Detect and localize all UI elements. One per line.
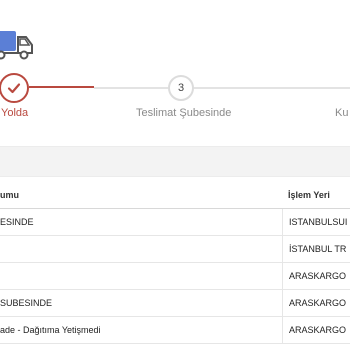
step-circle-yolda bbox=[0, 73, 29, 103]
step-label-teslimat-subesinde: Teslimat Şubesinde bbox=[136, 107, 232, 119]
check-icon bbox=[7, 83, 21, 94]
shipment-history-table: umu İşlem Yeri ESINDE ISTANBULSUI İSTANB… bbox=[0, 181, 350, 344]
row-status: ESINDE bbox=[0, 217, 34, 227]
table-row: SUBESINDE ARASKARGO bbox=[0, 290, 350, 317]
row-status: SUBESINDE bbox=[0, 298, 53, 308]
table-row: ARASKARGO bbox=[0, 263, 350, 290]
row-place: ISTANBULSUI bbox=[282, 209, 350, 235]
column-header-status: umu bbox=[0, 189, 19, 200]
progress-line-pending bbox=[94, 87, 168, 89]
row-status bbox=[0, 263, 276, 289]
progress-line-pending bbox=[194, 87, 350, 89]
progress-line-completed bbox=[29, 86, 94, 88]
column-header-place: İşlem Yeri bbox=[288, 189, 330, 200]
step-number: 3 bbox=[177, 82, 185, 94]
table-row: ade - Dağıtıma Yetişmedi ARASKARGO bbox=[0, 317, 350, 344]
shipment-tracking-page: 3 Yolda Teslimat Şubesinde Ku umu İşlem … bbox=[0, 0, 350, 350]
row-place: ARASKARGO bbox=[282, 290, 350, 316]
section-divider-band bbox=[0, 146, 350, 177]
row-place: ARASKARGO bbox=[282, 263, 350, 289]
table-row: İSTANBUL TR bbox=[0, 236, 350, 263]
step-label-next: Ku bbox=[335, 107, 349, 119]
row-status bbox=[0, 236, 276, 262]
row-place: ARASKARGO bbox=[282, 317, 350, 343]
table-row: ESINDE ISTANBULSUI bbox=[0, 209, 350, 236]
row-status: ade - Dağıtıma Yetişmedi bbox=[0, 325, 101, 335]
step-label-yolda: Yolda bbox=[1, 107, 29, 119]
row-place: İSTANBUL TR bbox=[282, 236, 350, 262]
step-circle-teslimat-subesinde: 3 bbox=[168, 75, 194, 101]
truck-icon bbox=[0, 31, 33, 60]
table-header-row: umu İşlem Yeri bbox=[0, 181, 350, 209]
